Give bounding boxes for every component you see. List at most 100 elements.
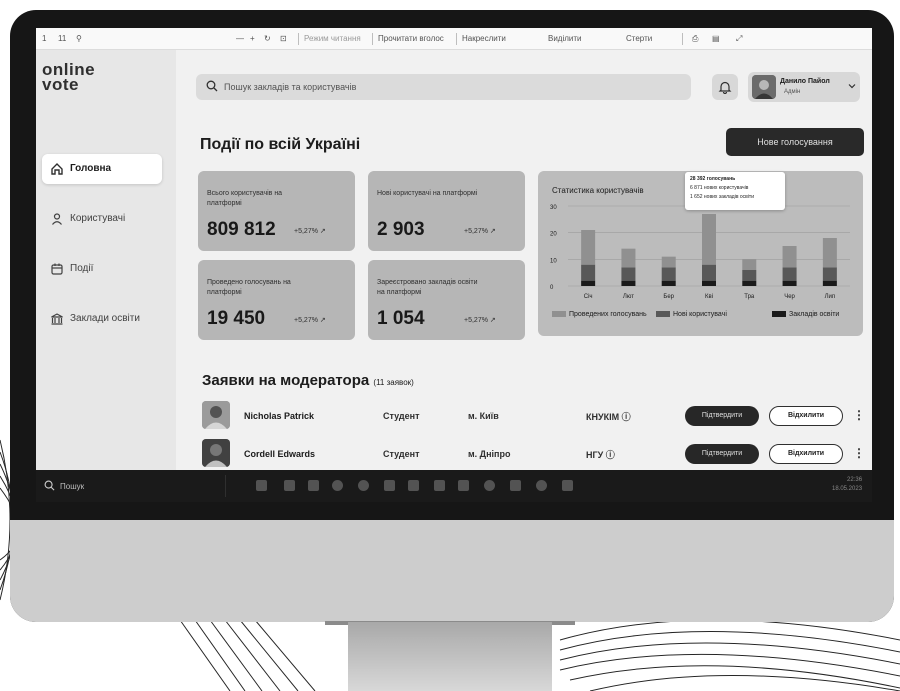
app-icon[interactable] [458, 480, 469, 491]
app-icon[interactable] [408, 480, 419, 491]
screen: 1 11 ⚲ — + ↻ ⊡ Режим читання Прочитати в… [36, 28, 872, 502]
stat-change-value: +5,27% [294, 317, 318, 324]
user-menu[interactable]: Данило Пайол Адмін [748, 72, 860, 102]
zoom-in-icon[interactable]: + [250, 34, 255, 43]
fit-page-icon[interactable]: ⊡ [280, 34, 287, 43]
app-icon[interactable] [562, 480, 573, 491]
bar-segment [782, 267, 797, 281]
reject-button[interactable]: Відхилити [769, 406, 843, 426]
bar-segment [782, 246, 797, 268]
moderation-title: Заявки на модератора (11 заявок) [202, 372, 414, 389]
approve-button[interactable]: Підтвердити [685, 444, 759, 464]
applicant-university: НГУ ⓘ [586, 448, 615, 461]
sidebar-item-label: Користувачі [70, 213, 126, 224]
applicant-name: Cordell Edwards [244, 449, 316, 459]
rotate-icon[interactable]: ↻ [264, 34, 271, 43]
page-number: 1 [42, 34, 47, 43]
bar-segment [621, 267, 636, 281]
x-tick-label: Лют [623, 294, 634, 300]
clock[interactable]: 22:36 18.05.2023 [832, 476, 862, 494]
info-icon[interactable]: ⓘ [622, 412, 631, 422]
taskbar-search-placeholder: Пошук [60, 482, 85, 491]
app-icon[interactable] [484, 480, 495, 491]
reject-button[interactable]: Відхилити [769, 444, 843, 464]
draw-button[interactable]: Накреслити [462, 34, 506, 43]
stat-label: Всього користувачів на платформі [207, 190, 283, 207]
app-icon[interactable] [510, 480, 521, 491]
x-tick-label: Кві [705, 294, 713, 300]
legend-swatch [656, 311, 670, 318]
logo-bottom: vote [42, 75, 79, 94]
x-tick-label: Січ [584, 294, 593, 300]
highlight-button[interactable]: Виділити [548, 34, 582, 43]
trend-up-icon: ↗ [319, 228, 326, 235]
erase-button[interactable]: Стерти [626, 34, 652, 43]
avatar [202, 439, 230, 467]
more-options-icon[interactable]: ⋮ [853, 408, 865, 422]
app-icon[interactable] [384, 480, 395, 491]
applicant-name: Nicholas Patrick [244, 411, 315, 421]
avatar-picture [752, 75, 776, 99]
more-options-icon[interactable]: ⋮ [853, 446, 865, 460]
x-tick-label: Тра [744, 294, 755, 300]
new-vote-button[interactable]: Нове голосування [726, 128, 864, 156]
user-icon [52, 213, 62, 225]
chat-icon[interactable] [332, 480, 343, 491]
stat-change-value: +5,27% [464, 228, 488, 235]
zoom-out-icon[interactable]: — [236, 34, 244, 43]
stat-value: 1 054 [377, 308, 425, 329]
bar-segment [581, 264, 596, 281]
sidebar-item-schools[interactable]: Заклади освіти [42, 304, 162, 334]
legend-label: Закладів освіти [789, 311, 840, 318]
mail-icon[interactable] [284, 480, 295, 491]
sidebar-item-users[interactable]: Користувачі [42, 204, 162, 234]
avatar-picture [202, 439, 230, 467]
legend-item: Закладів освіти [772, 311, 839, 318]
approve-button[interactable]: Підтвердити [685, 406, 759, 426]
sidebar-item-home[interactable]: Головна [42, 154, 162, 184]
taskbar-search[interactable]: Пошук [36, 475, 226, 497]
trend-up-icon: ↗ [319, 317, 326, 324]
print-icon[interactable]: ⎙ [692, 34, 698, 44]
page-title: Події по всій Україні [200, 136, 361, 153]
chevron-down-icon [848, 84, 856, 89]
toolbar-divider [456, 33, 457, 45]
logo: online vote [42, 61, 95, 94]
stat-label: Нові користувачі на платформі [377, 190, 478, 197]
stat-card: Проведено голосувань на платформі 19 450… [198, 260, 355, 340]
search-icon [206, 80, 218, 92]
sidebar: online vote Головна Користувачі Події За… [36, 50, 176, 470]
task-view-icon[interactable] [256, 480, 267, 491]
monitor-chin [10, 520, 894, 622]
table-row: Nicholas Patrick Студент м. Київ КНУКІМ … [198, 398, 865, 436]
bar-segment [782, 280, 797, 286]
user-role: Адмін [784, 89, 801, 95]
bar-segment [822, 238, 837, 268]
browser-icon[interactable] [358, 480, 369, 491]
legend-item: Проведених голосувань [552, 311, 647, 318]
read-aloud-button[interactable]: Прочитати вголос [378, 34, 444, 43]
file-explorer-icon[interactable] [308, 480, 319, 491]
reading-view-button[interactable]: Режим читання [304, 34, 361, 43]
x-tick-label: Чер [784, 294, 795, 300]
avatar [752, 75, 776, 99]
save-icon[interactable]: ▤ [712, 34, 720, 43]
search-icon[interactable]: ⚲ [76, 34, 82, 43]
bar-segment [742, 270, 757, 281]
applicant-role: Студент [383, 449, 420, 459]
sidebar-item-label: Головна [70, 163, 112, 174]
page-count: 11 [58, 34, 67, 43]
sidebar-item-events[interactable]: Події [42, 254, 162, 284]
stat-change-value: +5,27% [464, 317, 488, 324]
expand-icon[interactable]: ⤢ [736, 34, 742, 44]
notifications-button[interactable] [712, 74, 738, 100]
bar-segment [581, 280, 596, 286]
university-name: НГУ [586, 450, 604, 460]
app-icon[interactable] [434, 480, 445, 491]
browser-toolbar: 1 11 ⚲ — + ↻ ⊡ Режим читання Прочитати в… [36, 28, 872, 50]
info-icon[interactable]: ⓘ [606, 450, 615, 460]
app-icon[interactable] [536, 480, 547, 491]
y-tick-label: 0 [550, 285, 554, 291]
table-row: Cordell Edwards Студент м. Дніпро НГУ ⓘ … [198, 436, 865, 474]
search-input[interactable]: Пошук закладів та користувачів [196, 74, 691, 100]
